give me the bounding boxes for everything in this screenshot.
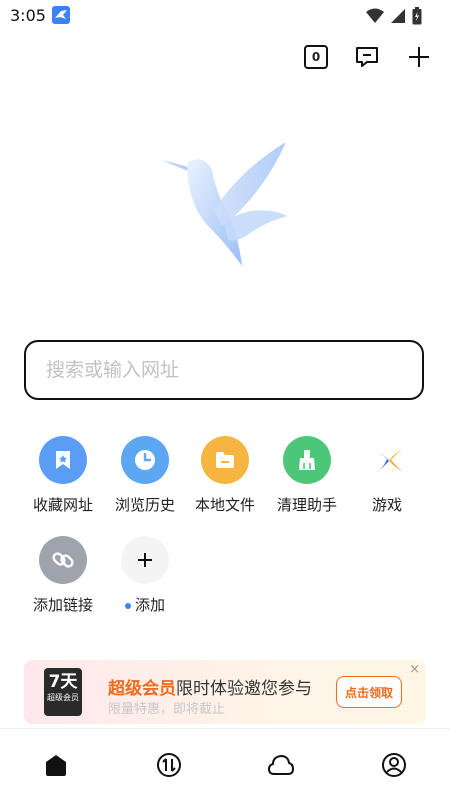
close-icon[interactable]: × — [409, 662, 420, 677]
clock-icon — [121, 436, 169, 484]
promo-title-rest: 限时体验邀您参与 — [176, 679, 312, 699]
promo-title: 超级会员限时体验邀您参与 — [108, 674, 312, 699]
shortcut-games[interactable]: 游戏 — [346, 436, 428, 515]
promo-title-accent: 超级会员 — [108, 679, 176, 699]
shortcut-cleaner[interactable]: 清理助手 — [266, 436, 348, 515]
cloud-icon[interactable] — [257, 741, 305, 789]
plus-icon — [121, 536, 169, 584]
promo-badge-text: 超级会员 — [47, 693, 79, 702]
transfer-icon[interactable] — [145, 741, 193, 789]
shortcut-label: 游戏 — [371, 496, 402, 514]
message-icon[interactable] — [354, 44, 380, 70]
shortcut-add-label: 添加 — [134, 596, 165, 614]
tabs-icon[interactable]: 0 — [304, 45, 328, 69]
profile-icon[interactable] — [370, 741, 418, 789]
search-input[interactable] — [44, 358, 408, 382]
shortcut-label: 添加 — [104, 594, 186, 615]
game-x-icon — [363, 436, 411, 484]
shortcut-label: 添加链接 — [32, 596, 93, 614]
shortcut-add-link[interactable]: 添加链接 — [22, 536, 104, 615]
shortcut-label: 清理助手 — [276, 496, 337, 514]
bookmark-icon — [39, 436, 87, 484]
promo-badge-days: 7天 — [48, 672, 78, 692]
shortcut-history[interactable]: 浏览历史 — [104, 436, 186, 515]
signal-icon — [390, 8, 406, 28]
shortcut-label: 收藏网址 — [32, 496, 93, 514]
folder-icon — [201, 436, 249, 484]
top-toolbar: 0 — [304, 44, 432, 70]
status-time: 3:05 — [10, 6, 46, 25]
shortcut-label: 本地文件 — [194, 496, 255, 514]
promo-badge: 7天 超级会员 — [44, 668, 82, 716]
hummingbird-logo — [160, 140, 295, 270]
link-icon — [39, 536, 87, 584]
search-box[interactable] — [24, 340, 424, 400]
promo-banner[interactable]: 7天 超级会员 超级会员限时体验邀您参与 限量特惠，即将截止 点击领取 × — [24, 660, 426, 724]
shortcut-label: 浏览历史 — [114, 496, 175, 514]
bottom-nav — [0, 728, 450, 801]
tab-count-value: 0 — [311, 50, 321, 64]
promo-claim-button[interactable]: 点击领取 — [336, 676, 402, 708]
shortcut-add[interactable]: 添加 — [104, 536, 186, 615]
add-icon[interactable] — [406, 44, 432, 70]
bird-notification-icon — [52, 6, 70, 24]
shortcut-local-files[interactable]: 本地文件 — [184, 436, 266, 515]
broom-icon — [283, 436, 331, 484]
wifi-icon — [366, 8, 384, 28]
status-bar: 3:05 — [0, 0, 450, 32]
promo-subtitle: 限量特惠，即将截止 — [108, 702, 226, 717]
new-dot — [124, 602, 131, 609]
battery-icon — [412, 7, 422, 29]
home-icon[interactable] — [32, 741, 80, 789]
shortcut-bookmarks[interactable]: 收藏网址 — [22, 436, 104, 515]
